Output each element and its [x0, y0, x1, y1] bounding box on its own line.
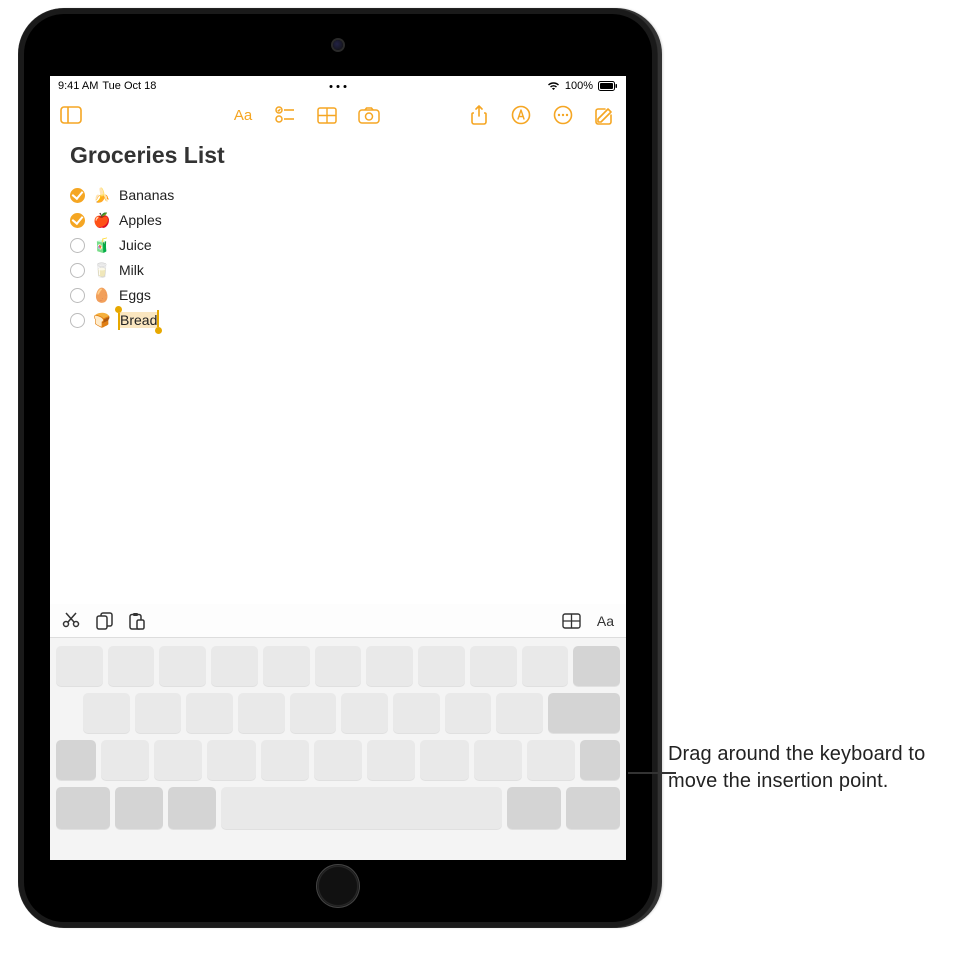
keyboard-table-icon[interactable] — [562, 613, 581, 629]
status-bar: 9:41 AM Tue Oct 18 100% — [50, 76, 626, 96]
sidebar-toggle-icon[interactable] — [60, 105, 82, 125]
checklist-item[interactable]: 🧃 Juice — [70, 233, 606, 257]
callout: Drag around the keyboard to move the ins… — [668, 741, 933, 795]
keyboard-format-icon[interactable]: Aa — [597, 613, 614, 629]
status-date: Tue Oct 18 — [102, 80, 156, 92]
checklist-item[interactable]: 🍌 Bananas — [70, 183, 606, 207]
format-icon[interactable]: Aa — [232, 105, 254, 125]
keyboard-toolbar: Aa — [50, 604, 626, 638]
keyboard-trackpad-mode[interactable]: Aa — [50, 604, 626, 860]
checklist-checkbox[interactable] — [70, 263, 85, 278]
wifi-icon — [547, 81, 560, 91]
item-emoji: 🥚 — [93, 287, 111, 304]
checklist-item[interactable]: 🥚 Eggs — [70, 283, 606, 307]
checklist-checkbox[interactable] — [70, 213, 85, 228]
selection-handle-end[interactable] — [155, 327, 162, 334]
note-title[interactable]: Groceries List — [70, 142, 606, 169]
app-toolbar: Aa — [50, 96, 626, 134]
note-content-area[interactable]: Groceries List 🍌 Bananas 🍎 Apples 🧃 Juice 🥛 Mil… — [50, 134, 626, 341]
table-icon[interactable] — [316, 105, 338, 125]
text-selection[interactable]: Bread — [119, 312, 158, 328]
item-emoji: 🥛 — [93, 262, 111, 279]
status-time: 9:41 AM — [58, 80, 98, 92]
item-text[interactable]: Bananas — [119, 187, 174, 203]
item-emoji: 🍞 — [93, 312, 111, 329]
item-emoji: 🍌 — [93, 187, 111, 204]
ipad-bezel: 9:41 AM Tue Oct 18 100% — [24, 14, 652, 922]
item-emoji: 🧃 — [93, 237, 111, 254]
checklist-checkbox[interactable] — [70, 188, 85, 203]
checklist-checkbox[interactable] — [70, 238, 85, 253]
item-text[interactable]: Juice — [119, 237, 152, 253]
item-text[interactable]: Bread — [119, 312, 158, 328]
share-icon[interactable] — [468, 105, 490, 125]
compose-icon[interactable] — [594, 105, 616, 125]
checklist-checkbox[interactable] — [70, 288, 85, 303]
checklist-item[interactable]: 🍎 Apples — [70, 208, 606, 232]
item-text[interactable]: Eggs — [119, 287, 151, 303]
paste-icon[interactable] — [129, 612, 145, 630]
checklist-checkbox[interactable] — [70, 313, 85, 328]
checklist-icon[interactable] — [274, 105, 296, 125]
markup-icon[interactable] — [510, 105, 532, 125]
item-text[interactable]: Milk — [119, 262, 144, 278]
front-camera — [333, 40, 343, 50]
ipad-frame: 9:41 AM Tue Oct 18 100% — [18, 8, 658, 928]
checklist-item[interactable]: 🍞 Bread — [70, 308, 606, 332]
more-icon[interactable] — [552, 105, 574, 125]
battery-icon — [598, 81, 618, 91]
home-button[interactable] — [316, 864, 360, 908]
item-text[interactable]: Apples — [119, 212, 162, 228]
keyboard-keys[interactable] — [50, 638, 626, 842]
callout-text: Drag around the keyboard to move the ins… — [668, 741, 933, 795]
camera-icon[interactable] — [358, 105, 380, 125]
selection-handle-start[interactable] — [115, 306, 122, 313]
screen: 9:41 AM Tue Oct 18 100% — [50, 76, 626, 860]
cut-icon[interactable] — [62, 612, 80, 630]
battery-percent: 100% — [565, 80, 593, 92]
checklist: 🍌 Bananas 🍎 Apples 🧃 Juice 🥛 Milk 🥚 Eggs 🍞 Bread — [70, 183, 606, 332]
item-emoji: 🍎 — [93, 212, 111, 229]
copy-icon[interactable] — [96, 612, 113, 630]
checklist-item[interactable]: 🥛 Milk — [70, 258, 606, 282]
multitask-dots[interactable] — [330, 85, 347, 88]
